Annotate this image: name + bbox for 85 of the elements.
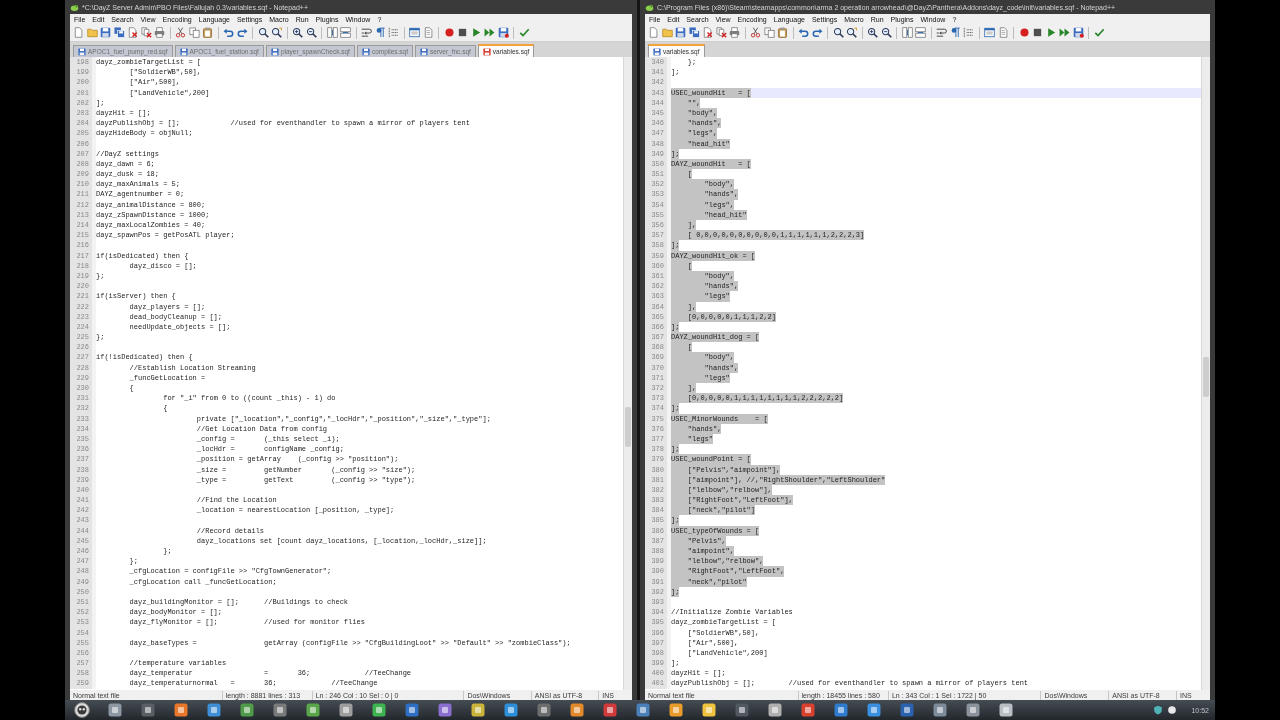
- side-by-side-pages-icon[interactable]: [326, 27, 338, 38]
- app-tile-icon[interactable]: [470, 702, 486, 718]
- copy-icon[interactable]: [188, 27, 200, 38]
- app-icon: [645, 2, 654, 12]
- clipboard-icon[interactable]: [202, 27, 213, 38]
- window-list-icon[interactable]: [984, 27, 995, 38]
- record-icon[interactable]: [443, 27, 455, 38]
- pages-cross-icon[interactable]: [140, 27, 152, 38]
- clipboard-icon[interactable]: [777, 27, 788, 38]
- stop-icon[interactable]: [1032, 27, 1043, 38]
- app-tile-icon[interactable]: [635, 702, 651, 718]
- scissors-icon[interactable]: [750, 27, 761, 38]
- app-tile-icon[interactable]: [734, 702, 750, 718]
- search-icon[interactable]: [257, 27, 269, 38]
- start-orb-icon[interactable]: [74, 702, 90, 718]
- app-tile-icon[interactable]: [932, 702, 948, 718]
- app-tile-icon[interactable]: [701, 702, 717, 718]
- paragraph-mark-icon[interactable]: [949, 27, 961, 38]
- paragraph-mark-icon[interactable]: [374, 27, 386, 38]
- app-tile-icon[interactable]: [371, 702, 387, 718]
- app-tile-icon[interactable]: [107, 702, 123, 718]
- app-tile-icon[interactable]: [503, 702, 519, 718]
- zoom-in-icon[interactable]: [292, 27, 303, 38]
- fast-forward-icon[interactable]: [1059, 27, 1070, 38]
- stacked-pages-icon[interactable]: [915, 27, 926, 38]
- app-tile-icon[interactable]: [173, 702, 189, 718]
- app-tile-icon[interactable]: [239, 702, 255, 718]
- indent-guide-icon[interactable]: [388, 27, 399, 38]
- side-by-side-pages-icon[interactable]: [901, 27, 913, 38]
- undo-arrow-icon[interactable]: [223, 27, 234, 38]
- vertical-scrollbar[interactable]: [623, 57, 632, 690]
- floppy-disks-icon[interactable]: [113, 27, 125, 38]
- copy-icon[interactable]: [763, 27, 775, 38]
- zoom-out-icon[interactable]: [305, 27, 317, 38]
- printer-icon[interactable]: [729, 27, 740, 38]
- app-tile-icon[interactable]: [833, 702, 849, 718]
- printer-icon[interactable]: [154, 27, 165, 38]
- stacked-pages-icon[interactable]: [340, 27, 351, 38]
- stop-icon[interactable]: [457, 27, 468, 38]
- tray-circle-icon[interactable]: [1167, 705, 1178, 715]
- app-tile-icon[interactable]: [404, 702, 420, 718]
- app-tile-icon[interactable]: [668, 702, 684, 718]
- fast-forward-icon[interactable]: [484, 27, 495, 38]
- window-list-icon[interactable]: [409, 27, 420, 38]
- zoom-out-icon[interactable]: [880, 27, 892, 38]
- checkmark-icon[interactable]: [1093, 27, 1105, 38]
- indent-guide-icon[interactable]: [963, 27, 974, 38]
- redo-arrow-icon[interactable]: [811, 27, 823, 38]
- search-icon[interactable]: [832, 27, 844, 38]
- app-tile-icon[interactable]: [767, 702, 783, 718]
- play-icon[interactable]: [470, 27, 482, 38]
- app-tile-icon[interactable]: [866, 702, 882, 718]
- app-icon: [70, 2, 79, 12]
- floppy-disks-icon[interactable]: [688, 27, 700, 38]
- app-tile-icon[interactable]: [569, 702, 585, 718]
- app-tile-icon[interactable]: [338, 702, 354, 718]
- play-icon[interactable]: [1045, 27, 1057, 38]
- app-tile-icon[interactable]: [965, 702, 981, 718]
- search-replace-icon[interactable]: [271, 27, 282, 38]
- app-tile-icon[interactable]: [206, 702, 222, 718]
- word-wrap-icon[interactable]: [936, 27, 947, 38]
- pages-cross-icon[interactable]: [715, 27, 727, 38]
- app-tile-icon[interactable]: [140, 702, 156, 718]
- checkmark-icon[interactable]: [518, 27, 530, 38]
- redo-arrow-icon[interactable]: [236, 27, 248, 38]
- app-tile-icon[interactable]: [899, 702, 915, 718]
- app-tile-icon[interactable]: [305, 702, 321, 718]
- record-icon[interactable]: [1018, 27, 1030, 38]
- scrollbar-thumb[interactable]: [1203, 357, 1209, 397]
- zoom-in-icon[interactable]: [867, 27, 878, 38]
- app-tile-icon[interactable]: [800, 702, 816, 718]
- page-cross-icon[interactable]: [127, 27, 138, 38]
- app-tile-icon[interactable]: [272, 702, 288, 718]
- word-wrap-icon[interactable]: [361, 27, 372, 38]
- app-tile-icon[interactable]: [437, 702, 453, 718]
- app-tile-icon[interactable]: [998, 702, 1014, 718]
- undo-arrow-icon[interactable]: [798, 27, 809, 38]
- app-tile-icon[interactable]: [536, 702, 552, 718]
- scrollbar-thumb[interactable]: [625, 407, 631, 447]
- search-replace-icon[interactable]: [846, 27, 857, 38]
- scissors-icon[interactable]: [175, 27, 186, 38]
- app-tile-icon[interactable]: [602, 702, 618, 718]
- vertical-scrollbar[interactable]: [1201, 57, 1210, 690]
- shield-icon[interactable]: [1153, 705, 1164, 715]
- page-cross-icon[interactable]: [702, 27, 713, 38]
